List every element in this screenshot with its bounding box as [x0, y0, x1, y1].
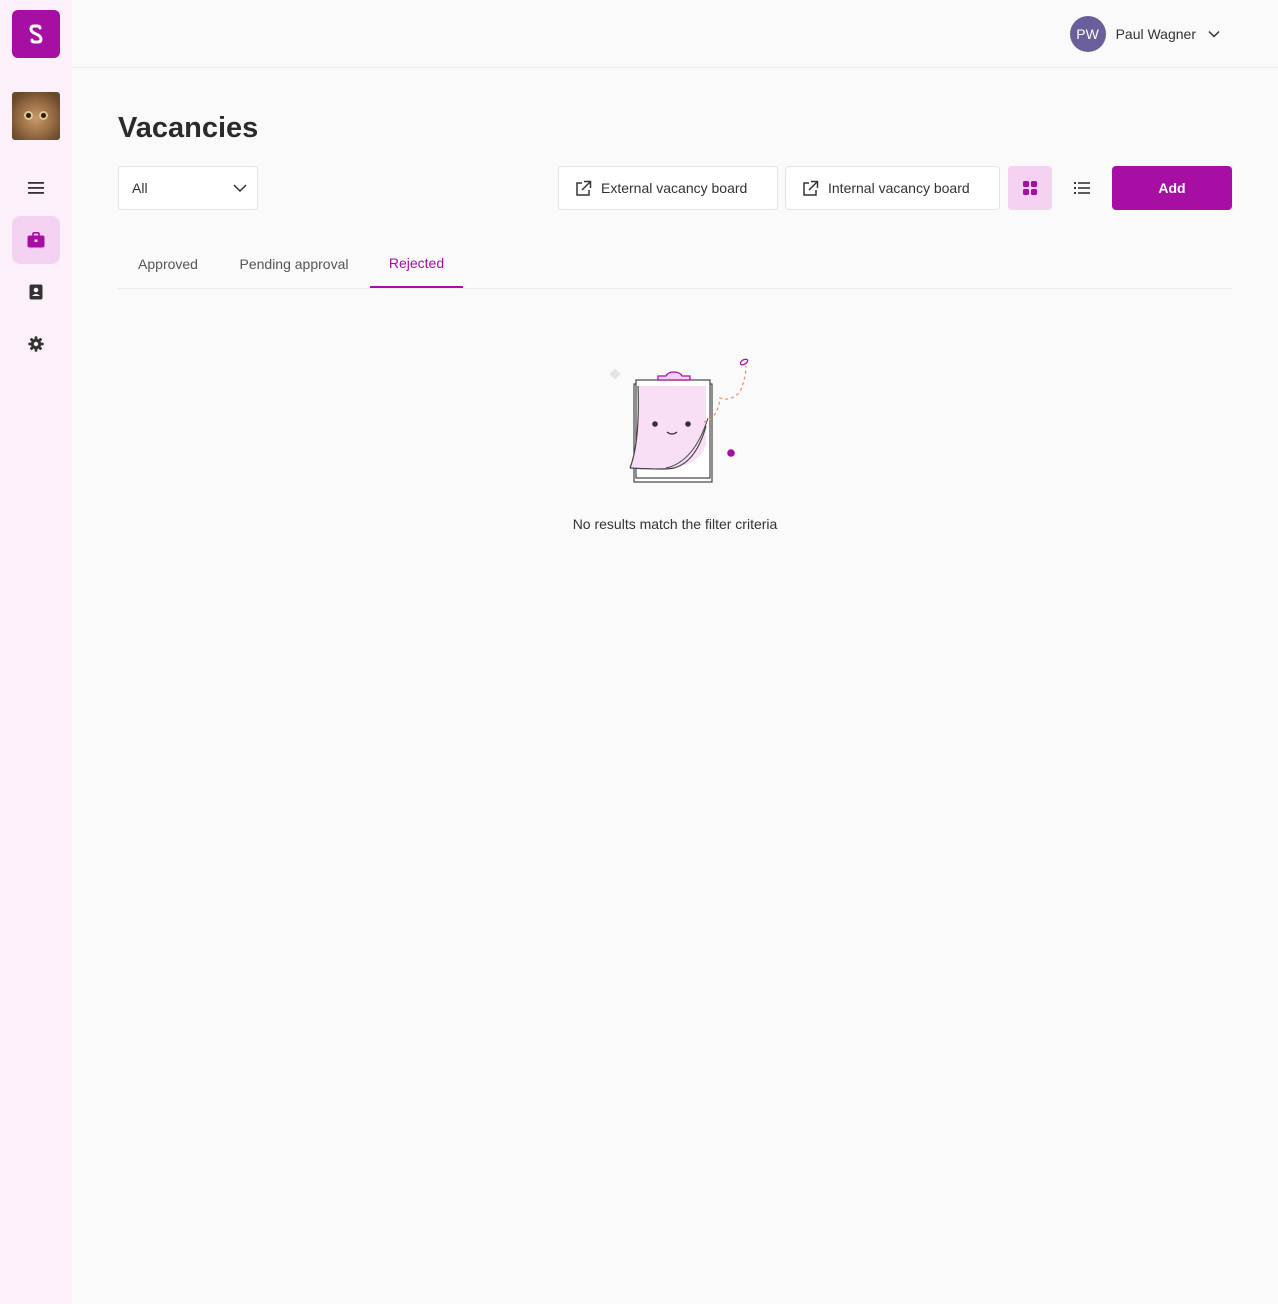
filter-value: All: [132, 180, 148, 196]
topbar: PW Paul Wagner: [72, 0, 1278, 68]
sidebar-item-settings[interactable]: [12, 320, 60, 368]
chevron-down-icon: [1208, 30, 1220, 38]
external-vacancy-board-label: External vacancy board: [601, 180, 748, 196]
tab-approved[interactable]: Approved: [118, 240, 218, 288]
contacts-icon: [29, 284, 43, 300]
sidebar-item-contacts[interactable]: [12, 268, 60, 316]
grid-view-toggle[interactable]: [1008, 166, 1052, 210]
avatar: PW: [1069, 16, 1106, 52]
list-view-toggle[interactable]: [1060, 166, 1104, 210]
user-name: Paul Wagner: [1115, 26, 1196, 42]
empty-state-illustration: [600, 352, 760, 492]
internal-vacancy-board-label: Internal vacancy board: [828, 180, 970, 196]
logo-icon: [29, 24, 43, 44]
status-filter-select[interactable]: All: [118, 166, 258, 210]
tab-pending-approval[interactable]: Pending approval: [219, 240, 369, 288]
menu-icon: [28, 182, 44, 194]
list-icon: [1074, 182, 1090, 194]
internal-vacancy-board-button[interactable]: Internal vacancy board: [785, 166, 1000, 210]
empty-state-message: No results match the filter criteria: [572, 516, 778, 532]
grid-icon: [1023, 181, 1037, 195]
gear-icon: [28, 336, 44, 352]
sidebar-item-vacancies[interactable]: [12, 216, 60, 264]
user-menu[interactable]: PW Paul Wagner: [1069, 16, 1220, 52]
tab-rejected[interactable]: Rejected: [370, 240, 463, 288]
app-logo[interactable]: [12, 10, 60, 58]
status-tabs: Approved Pending approval Rejected: [118, 240, 1232, 289]
add-vacancy-button[interactable]: Add: [1112, 166, 1232, 210]
external-link-icon: [576, 180, 592, 196]
chevron-down-icon: [233, 184, 247, 192]
briefcase-icon: [27, 232, 45, 248]
external-vacancy-board-button[interactable]: External vacancy board: [558, 166, 778, 210]
company-avatar[interactable]: [12, 92, 60, 140]
sidebar: [0, 0, 72, 1304]
sidebar-item-menu[interactable]: [12, 164, 60, 212]
page-title: Vacancies: [118, 112, 259, 144]
external-link-icon: [803, 180, 819, 196]
empty-clipboard-icon: [609, 358, 749, 483]
